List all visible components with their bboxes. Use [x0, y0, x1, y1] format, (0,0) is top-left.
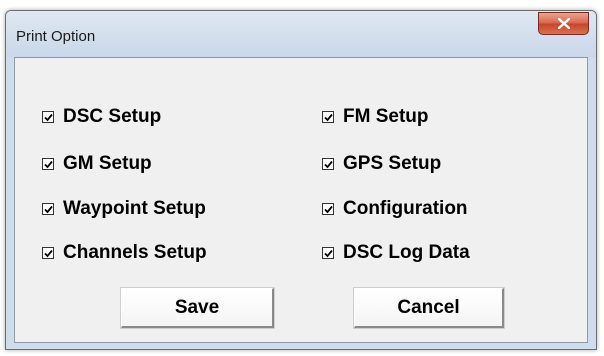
checkmark-icon	[44, 205, 53, 214]
checkmark-icon	[324, 205, 333, 214]
option-dsc-log-data[interactable]: DSC Log Data	[322, 242, 470, 264]
channels-setup-label: Channels Setup	[63, 242, 207, 263]
configuration-checkbox[interactable]	[322, 203, 334, 215]
gps-setup-checkbox[interactable]	[322, 158, 334, 170]
option-gm-setup[interactable]: GM Setup	[42, 153, 152, 175]
waypoint-setup-checkbox[interactable]	[42, 203, 54, 215]
option-gps-setup[interactable]: GPS Setup	[322, 153, 441, 175]
dsc-log-data-checkbox[interactable]	[322, 247, 334, 259]
waypoint-setup-label: Waypoint Setup	[63, 198, 206, 219]
configuration-label: Configuration	[343, 198, 468, 219]
checkmark-icon	[324, 160, 333, 169]
cancel-button[interactable]: Cancel	[353, 287, 505, 329]
dsc-setup-checkbox[interactable]	[42, 111, 54, 123]
checkmark-icon	[324, 113, 333, 122]
print-option-dialog: Print Option DSC Setup GM Setup Waypoint	[5, 10, 597, 350]
option-configuration[interactable]: Configuration	[322, 198, 468, 220]
gm-setup-checkbox[interactable]	[42, 158, 54, 170]
checkmark-icon	[44, 249, 53, 258]
close-icon	[558, 18, 570, 29]
gps-setup-label: GPS Setup	[343, 153, 442, 174]
title-bar[interactable]: Print Option	[6, 11, 596, 57]
option-dsc-setup[interactable]: DSC Setup	[42, 106, 161, 128]
checkmark-icon	[44, 113, 53, 122]
gm-setup-label: GM Setup	[63, 153, 152, 174]
option-channels-setup[interactable]: Channels Setup	[42, 242, 207, 264]
fm-setup-checkbox[interactable]	[322, 111, 334, 123]
dsc-setup-label: DSC Setup	[63, 106, 162, 127]
save-button[interactable]: Save	[120, 287, 275, 329]
options-panel: DSC Setup GM Setup Waypoint Setup Channe…	[14, 57, 588, 343]
option-fm-setup[interactable]: FM Setup	[322, 106, 429, 128]
checkmark-icon	[44, 160, 53, 169]
window-title: Print Option	[16, 28, 96, 45]
channels-setup-checkbox[interactable]	[42, 247, 54, 259]
dsc-log-data-label: DSC Log Data	[343, 242, 470, 263]
fm-setup-label: FM Setup	[343, 106, 429, 127]
option-waypoint-setup[interactable]: Waypoint Setup	[42, 198, 206, 220]
checkmark-icon	[324, 249, 333, 258]
close-button[interactable]	[538, 12, 589, 35]
